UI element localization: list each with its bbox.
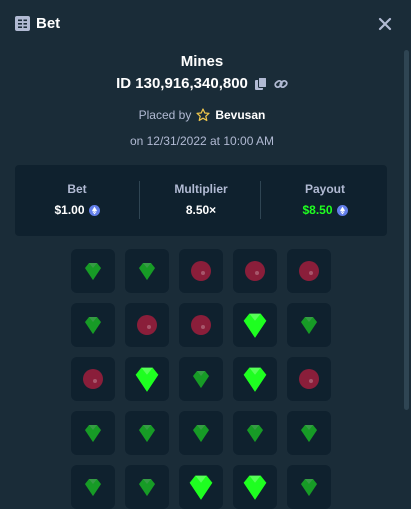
gem-icon — [193, 425, 209, 442]
close-icon[interactable] — [377, 16, 393, 32]
gem-icon — [135, 367, 159, 392]
bet-date: on 12/31/2022 at 10:00 AM — [129, 134, 275, 148]
gem-tile[interactable] — [233, 411, 277, 455]
gem-tile-revealed[interactable] — [179, 465, 223, 509]
mine-icon — [137, 315, 157, 335]
username-link[interactable]: Bevusan — [215, 108, 265, 122]
gem-icon — [189, 475, 213, 500]
scrollbar[interactable] — [404, 50, 409, 410]
placed-by-row: Placed by Bevusan — [0, 108, 404, 122]
gem-tile-revealed[interactable] — [233, 357, 277, 401]
mine-tile[interactable] — [179, 249, 223, 293]
gem-icon — [301, 317, 317, 334]
gem-icon — [243, 313, 267, 338]
mine-icon — [299, 369, 319, 389]
bet-icon — [15, 16, 30, 31]
payout-value: $8.50 — [302, 203, 333, 217]
gem-tile[interactable] — [125, 249, 169, 293]
gem-tile-revealed[interactable] — [233, 465, 277, 509]
gem-tile[interactable] — [125, 411, 169, 455]
gem-tile[interactable] — [71, 465, 115, 509]
mine-icon — [245, 261, 265, 281]
gem-tile-revealed[interactable] — [125, 357, 169, 401]
bet-id-row: ID 130,916,340,800 — [0, 75, 404, 92]
placed-by-label: Placed by — [138, 108, 192, 122]
star-icon — [196, 108, 210, 122]
coin-icon — [88, 204, 100, 216]
bet-label: Bet — [67, 182, 87, 196]
bet-value-row: $1.00 — [15, 203, 139, 217]
gem-tile[interactable] — [71, 303, 115, 347]
gem-tile[interactable] — [125, 465, 169, 509]
modal-title: Bet — [36, 15, 61, 32]
payout-value-row: $8.50 — [263, 203, 387, 217]
gem-tile[interactable] — [179, 357, 223, 401]
gem-tile-revealed[interactable] — [233, 303, 277, 347]
copy-icon[interactable] — [254, 76, 268, 91]
gem-tile[interactable] — [287, 303, 331, 347]
stat-payout: Payout $8.50 — [263, 165, 387, 236]
mine-tile[interactable] — [71, 357, 115, 401]
stat-divider — [260, 181, 261, 219]
gem-icon — [193, 371, 209, 388]
bet-id: ID 130,916,340,800 — [116, 75, 248, 92]
stat-multiplier: Multiplier 8.50× — [139, 165, 263, 236]
gem-icon — [85, 479, 101, 496]
mine-tile[interactable] — [125, 303, 169, 347]
gem-tile[interactable] — [287, 465, 331, 509]
gem-icon — [139, 425, 155, 442]
multiplier-value-row: 8.50× — [139, 203, 263, 217]
gem-icon — [243, 367, 267, 392]
gem-icon — [301, 479, 317, 496]
mine-tile[interactable] — [233, 249, 277, 293]
mine-tile[interactable] — [179, 303, 223, 347]
modal-header: Bet — [0, 0, 411, 48]
mine-icon — [191, 315, 211, 335]
link-icon[interactable] — [274, 77, 288, 91]
bet-stats-panel: Bet $1.00 Multiplier 8.50× Payout $8.50 — [15, 165, 387, 236]
mine-icon — [191, 261, 211, 281]
mine-icon — [299, 261, 319, 281]
mine-tile[interactable] — [287, 249, 331, 293]
gem-icon — [85, 263, 101, 280]
gem-icon — [139, 263, 155, 280]
multiplier-label: Multiplier — [174, 182, 228, 196]
gem-icon — [85, 317, 101, 334]
gem-tile[interactable] — [71, 249, 115, 293]
stat-bet: Bet $1.00 — [15, 165, 139, 236]
coin-icon — [336, 204, 348, 216]
gem-icon — [85, 425, 101, 442]
gem-icon — [243, 475, 267, 500]
payout-label: Payout — [304, 182, 345, 196]
gem-tile[interactable] — [71, 411, 115, 455]
mine-icon — [83, 369, 103, 389]
game-name: Mines — [180, 53, 224, 70]
gem-icon — [139, 479, 155, 496]
multiplier-value: 8.50× — [185, 203, 217, 217]
mine-tile[interactable] — [287, 357, 331, 401]
gem-icon — [301, 425, 317, 442]
gem-tile[interactable] — [287, 411, 331, 455]
bet-value: $1.00 — [54, 203, 85, 217]
gem-icon — [247, 425, 263, 442]
gem-tile[interactable] — [179, 411, 223, 455]
